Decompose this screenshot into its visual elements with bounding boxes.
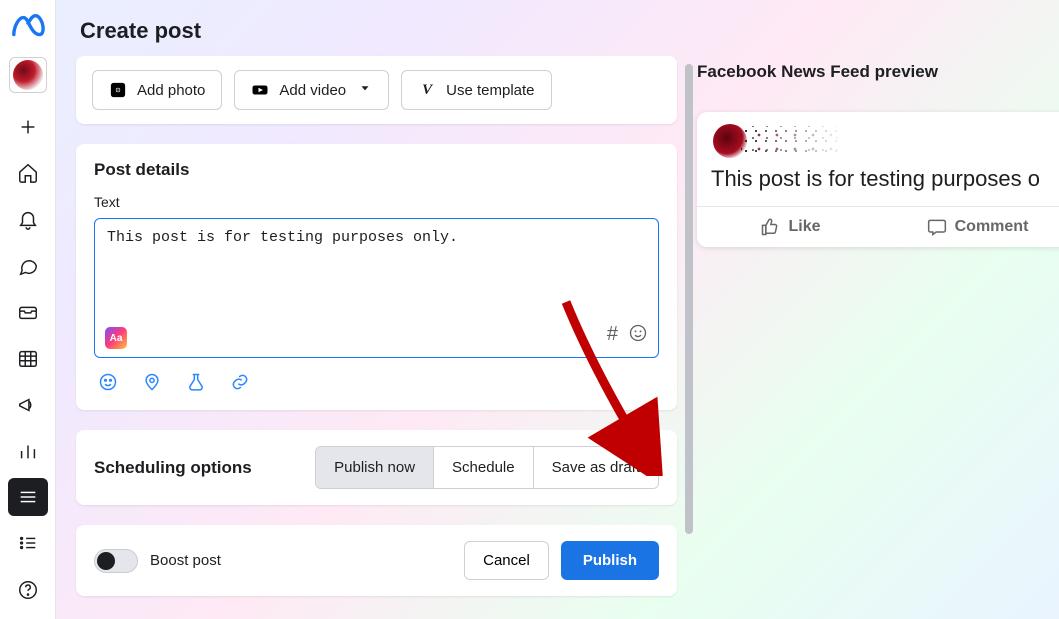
- link-icon[interactable]: [230, 372, 252, 394]
- preview-comment-button[interactable]: Comment: [884, 207, 1059, 247]
- media-card: Add photo Add video V Use template: [76, 56, 677, 124]
- abtest-icon[interactable]: [186, 372, 208, 394]
- feeling-icon[interactable]: [98, 372, 120, 394]
- boost-label: Boost post: [150, 552, 221, 569]
- main-column: Create post Add photo Add video V: [56, 0, 697, 619]
- publish-now-option[interactable]: Publish now: [316, 447, 433, 488]
- text-background-button[interactable]: Aa: [105, 327, 127, 349]
- post-details-card: Post details Text Aa #: [76, 144, 677, 410]
- nav-tasklist-icon[interactable]: [8, 524, 48, 562]
- footer-card: Boost post Cancel Publish: [76, 525, 677, 596]
- use-template-button[interactable]: V Use template: [401, 70, 551, 110]
- add-video-button[interactable]: Add video: [234, 70, 389, 110]
- preview-like-button[interactable]: Like: [697, 207, 884, 247]
- save-draft-option[interactable]: Save as draft: [533, 447, 658, 488]
- post-details-heading: Post details: [94, 160, 659, 180]
- chevron-down-icon: [358, 81, 372, 99]
- cancel-button[interactable]: Cancel: [464, 541, 549, 580]
- preview-avatar-row: [697, 122, 1059, 166]
- page-title: Create post: [80, 18, 677, 44]
- preview-post-text: This post is for testing purposes o: [697, 166, 1059, 206]
- scheduling-heading: Scheduling options: [94, 458, 252, 478]
- nav-home-icon[interactable]: [8, 154, 48, 192]
- preview-actions: Like Comment: [697, 206, 1059, 247]
- nav-insights-icon[interactable]: [8, 432, 48, 470]
- boost-toggle[interactable]: [94, 549, 138, 573]
- scheduling-card: Scheduling options Publish now Schedule …: [76, 430, 677, 505]
- like-icon: [760, 217, 780, 237]
- preview-pane: Facebook News Feed preview This post is …: [697, 0, 1059, 619]
- nav-planner-icon[interactable]: [8, 339, 48, 377]
- video-icon: [251, 81, 269, 99]
- vimeo-icon: V: [418, 81, 436, 99]
- use-template-label: Use template: [446, 82, 534, 99]
- nav-help-icon[interactable]: [8, 571, 48, 609]
- nav-alltools-icon[interactable]: [8, 478, 48, 516]
- nav-ads-icon[interactable]: [8, 385, 48, 423]
- like-label: Like: [788, 218, 820, 236]
- hashtag-button[interactable]: #: [607, 323, 618, 349]
- photo-icon: [109, 81, 127, 99]
- add-photo-button[interactable]: Add photo: [92, 70, 222, 110]
- publish-button[interactable]: Publish: [561, 541, 659, 580]
- preview-card: This post is for testing purposes o Like…: [697, 112, 1059, 247]
- scrollbar[interactable]: [685, 64, 693, 534]
- left-rail: [0, 0, 56, 619]
- comment-icon: [927, 217, 947, 237]
- preview-heading: Facebook News Feed preview: [697, 62, 1059, 82]
- location-icon[interactable]: [142, 372, 164, 394]
- nav-create-icon[interactable]: [8, 107, 48, 145]
- schedule-option[interactable]: Schedule: [433, 447, 533, 488]
- nav-inbox-icon[interactable]: [8, 293, 48, 331]
- emoji-button[interactable]: [628, 323, 648, 349]
- text-field-label: Text: [94, 194, 659, 210]
- meta-logo: [11, 10, 45, 49]
- avatar-image: [13, 60, 43, 90]
- page-avatar-selector[interactable]: [9, 57, 47, 93]
- post-text-input[interactable]: [107, 229, 646, 297]
- scheduling-segmented: Publish now Schedule Save as draft: [315, 446, 659, 489]
- add-photo-label: Add photo: [137, 82, 205, 99]
- toggle-knob: [97, 552, 115, 570]
- post-attachment-row: [94, 372, 659, 394]
- post-text-wrap: Aa #: [94, 218, 659, 358]
- preview-avatar-image: [711, 122, 851, 160]
- nav-messages-icon[interactable]: [8, 246, 48, 284]
- nav-notifications-icon[interactable]: [8, 200, 48, 238]
- add-video-label: Add video: [279, 82, 346, 99]
- comment-label: Comment: [955, 218, 1029, 236]
